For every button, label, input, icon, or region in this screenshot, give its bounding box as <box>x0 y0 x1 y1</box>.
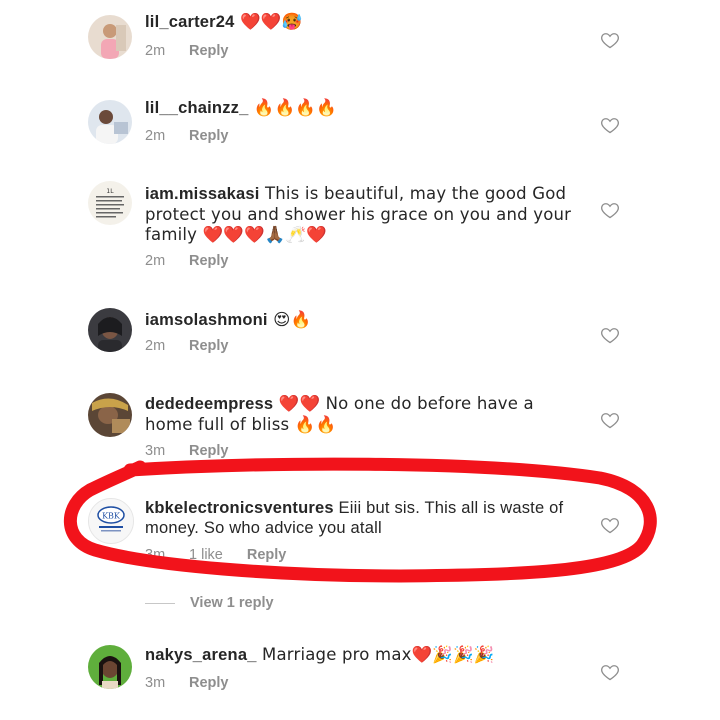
comment-time: 2m <box>145 338 166 354</box>
like-count[interactable]: 1 like <box>189 547 223 563</box>
heart-outline-icon <box>601 518 619 534</box>
comment-text: iamsolashmoni 😍🔥 <box>145 310 585 331</box>
avatar[interactable] <box>88 308 132 352</box>
comment-text: lil__chainzz_ 🔥🔥🔥🔥 <box>145 98 585 119</box>
comment-meta: 3m Reply <box>145 675 229 691</box>
avatar[interactable] <box>88 393 132 437</box>
heart-outline-icon <box>601 665 619 681</box>
avatar-photo-icon <box>88 15 132 59</box>
like-button[interactable] <box>600 200 620 220</box>
comment-username[interactable]: nakys_arena_ <box>145 646 257 664</box>
view-replies-label[interactable]: View 1 reply <box>190 595 274 611</box>
comment-meta: 3m Reply <box>145 443 229 459</box>
comment-time: 2m <box>145 128 166 144</box>
comment-body: ❤️❤️🥵 <box>234 12 303 31</box>
reply-button[interactable]: Reply <box>189 253 229 269</box>
reply-button[interactable]: Reply <box>189 443 229 459</box>
comment-username[interactable]: lil__chainzz_ <box>145 99 248 117</box>
comment-meta: 2m Reply <box>145 253 229 269</box>
reply-button[interactable]: Reply <box>189 338 229 354</box>
comment-username[interactable]: iamsolashmoni <box>145 311 268 329</box>
like-button[interactable] <box>600 115 620 135</box>
avatar-photo-icon <box>88 645 132 689</box>
avatar-photo-icon <box>88 308 132 352</box>
comment-meta: 3m 1 like Reply <box>145 547 286 563</box>
comment-time: 3m <box>145 443 166 459</box>
comment-username[interactable]: lil_carter24 <box>145 13 235 31</box>
heart-outline-icon <box>601 118 619 134</box>
comment-username[interactable]: kbkelectronicsventures <box>145 499 334 517</box>
like-button[interactable] <box>600 662 620 682</box>
comment-text: kbkelectronicsventures Eiii but sis. Thi… <box>145 499 585 538</box>
comment-time: 3m <box>145 547 166 563</box>
avatar-photo-icon: 1L <box>88 181 132 225</box>
comment-body: 🔥🔥🔥🔥 <box>248 98 337 117</box>
heart-outline-icon <box>601 413 619 429</box>
comment-text: nakys_arena_ Marriage pro max❤️🎉🎉🎉 <box>145 645 585 666</box>
avatar-photo-icon <box>88 100 132 144</box>
avatar[interactable] <box>88 100 132 144</box>
like-button[interactable] <box>600 30 620 50</box>
avatar[interactable] <box>88 645 132 689</box>
svg-text:1L: 1L <box>106 188 114 195</box>
reply-button[interactable]: Reply <box>189 128 229 144</box>
reply-button[interactable]: Reply <box>247 547 287 563</box>
reply-button[interactable]: Reply <box>189 675 229 691</box>
comment-body: Marriage pro max❤️🎉🎉🎉 <box>256 645 495 664</box>
heart-outline-icon <box>601 33 619 49</box>
reply-thread-line <box>145 602 175 604</box>
comment-username[interactable]: dededeempress <box>145 395 273 413</box>
comment-text: iam.missakasi This is beautiful, may the… <box>145 184 585 246</box>
comment-text: dededeempress ❤️❤️ No one do before have… <box>145 394 585 435</box>
reply-button[interactable]: Reply <box>189 43 229 59</box>
like-button[interactable] <box>600 515 620 535</box>
comment-meta: 2m Reply <box>145 128 229 144</box>
comment-text: lil_carter24 ❤️❤️🥵 <box>145 12 585 33</box>
avatar-logo-text: KBK <box>102 512 121 521</box>
view-replies-button[interactable]: View 1 reply <box>145 595 274 611</box>
comment-time: 2m <box>145 43 166 59</box>
comment-time: 2m <box>145 253 166 269</box>
comment-time: 3m <box>145 675 166 691</box>
comment-username[interactable]: iam.missakasi <box>145 185 260 203</box>
comment-body: 😍🔥 <box>267 310 312 329</box>
avatar-photo-icon <box>88 393 132 437</box>
avatar[interactable] <box>88 15 132 59</box>
avatar[interactable]: KBK <box>88 498 134 544</box>
avatar[interactable]: 1L <box>88 181 132 225</box>
heart-outline-icon <box>601 328 619 344</box>
like-button[interactable] <box>600 325 620 345</box>
like-button[interactable] <box>600 410 620 430</box>
heart-outline-icon <box>601 203 619 219</box>
comment-meta: 2m Reply <box>145 338 229 354</box>
comment-meta: 2m Reply <box>145 43 229 59</box>
avatar-logo-icon: KBK <box>89 499 133 543</box>
